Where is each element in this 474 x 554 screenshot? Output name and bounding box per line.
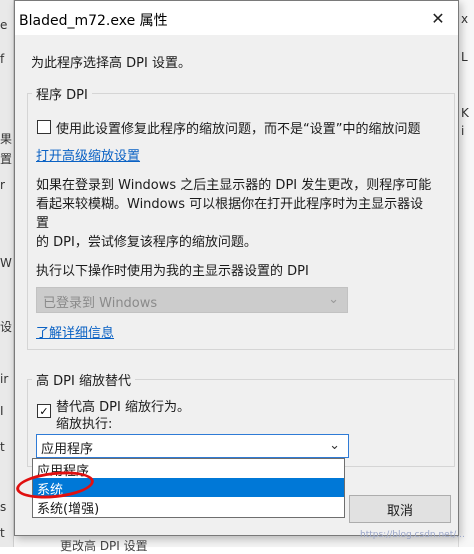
title-bar[interactable]: Bladed_m72.exe 属性 ✕ xyxy=(15,1,458,35)
chevron-down-icon: ⌄ xyxy=(328,292,339,307)
background-glyph: t xyxy=(0,440,5,454)
background-glyph: 果 xyxy=(0,132,13,146)
high-dpi-legend: 高 DPI 缩放替代 xyxy=(32,370,135,389)
background-glyph: L xyxy=(461,50,468,64)
background-glyph: I xyxy=(0,404,4,418)
dpi-timing-select-value: 已登录到 Windows xyxy=(43,296,158,311)
background-glyph: K xyxy=(461,106,469,120)
background-glyph: ir xyxy=(0,372,9,386)
description-line: 如果在登录到 Windows 之后主显示器的 DPI 发生更改，则程序可能 xyxy=(36,178,432,193)
description-line: 看起来较模糊。Windows 可以根据你在打开此程序时为主显示器设置 xyxy=(36,197,424,231)
properties-dialog: Bladed_m72.exe 属性 ✕ 为此程序选择高 DPI 设置。 程序 D… xyxy=(14,0,459,536)
high-dpi-group: 高 DPI 缩放替代 ✓ 替代高 DPI 缩放行为。 缩放执行: 应用程序 ⌄ xyxy=(27,370,455,467)
program-dpi-legend: 程序 DPI xyxy=(32,84,92,103)
program-dpi-checkbox[interactable] xyxy=(37,120,51,134)
background-glyph: e xyxy=(0,18,8,32)
window-title: Bladed_m72.exe 属性 xyxy=(19,13,168,29)
background-glyph: W xyxy=(0,256,12,270)
learn-more-link[interactable]: 了解详细信息 xyxy=(36,322,114,341)
scaling-performed-select-value: 应用程序 xyxy=(41,442,94,457)
option-system-enhanced[interactable]: 系统(增强) xyxy=(33,497,344,517)
background-glyph: i xyxy=(461,124,465,138)
intro-text: 为此程序选择高 DPI 设置。 xyxy=(31,56,191,71)
watermark-text: https://blog.csdn.net/... xyxy=(360,530,465,540)
background-left-strip: e f 果 置 r W 设 ir I t s t xyxy=(0,0,14,547)
background-glyph: t xyxy=(0,526,5,540)
chevron-down-icon: ⌄ xyxy=(329,438,340,453)
background-glyph: x xyxy=(461,12,469,26)
dpi-select-label: 执行以下操作时使用为我的主显示器设置的 DPI xyxy=(36,264,309,279)
background-footer-text: 更改高 DPI 设置 xyxy=(60,539,148,553)
program-dpi-group: 程序 DPI 使用此设置修复此程序的缩放问题，而不是“设置”中的缩放问题 打开高… xyxy=(27,84,455,350)
high-dpi-override-checkbox[interactable]: ✓ xyxy=(37,404,51,418)
close-button[interactable]: ✕ xyxy=(420,3,456,33)
cancel-button[interactable]: 取消 xyxy=(349,495,451,523)
background-glyph: s xyxy=(0,500,7,514)
background-glyph: 置 xyxy=(0,152,13,166)
close-icon: ✕ xyxy=(431,8,445,28)
background-glyph: f xyxy=(0,52,5,66)
background-glyph: 设 xyxy=(0,320,13,334)
scaling-performed-select[interactable]: 应用程序 ⌄ xyxy=(36,434,349,458)
background-glyph: r xyxy=(0,178,5,192)
background-right-strip: x L K i xyxy=(458,0,474,547)
description-line: 的 DPI，尝试修复该程序的缩放问题。 xyxy=(36,235,257,250)
program-dpi-description: 如果在登录到 Windows 之后主显示器的 DPI 发生更改，则程序可能 看起… xyxy=(36,176,436,252)
dpi-timing-select: 已登录到 Windows ⌄ xyxy=(36,287,348,313)
scaling-performed-label: 缩放执行: xyxy=(56,417,113,432)
program-dpi-checkbox-label[interactable]: 使用此设置修复此程序的缩放问题，而不是“设置”中的缩放问题 xyxy=(56,118,420,137)
advanced-scaling-link[interactable]: 打开高级缩放设置 xyxy=(36,145,140,164)
